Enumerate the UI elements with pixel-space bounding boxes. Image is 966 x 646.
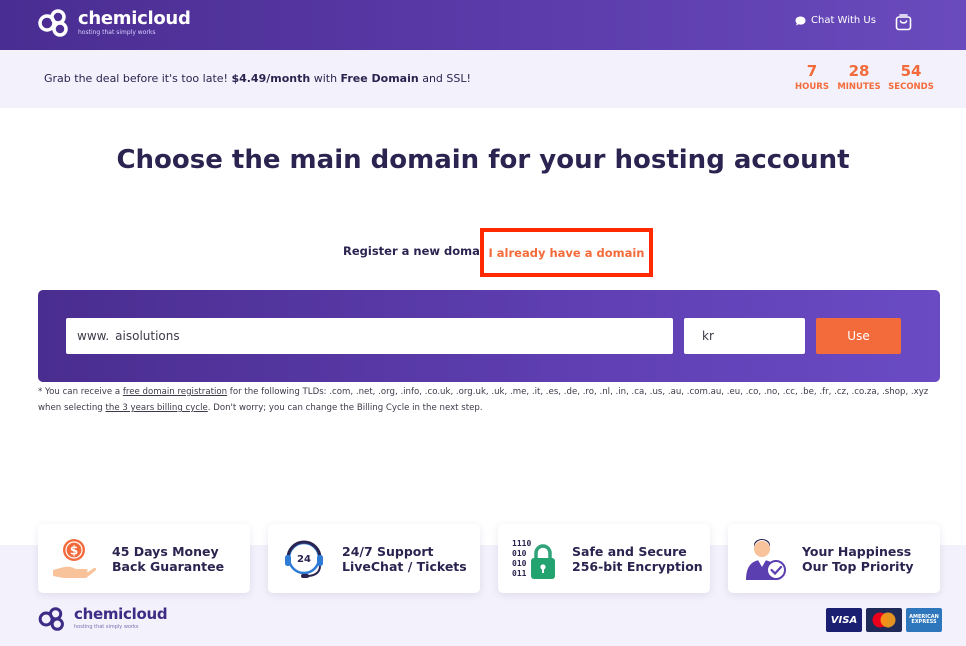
domain-name-value: aisolutions — [115, 329, 180, 343]
feature-money-back-text: 45 Days Money Back Guarantee — [112, 544, 224, 574]
feature-happiness-text: Your Happiness Our Top Priority — [802, 544, 914, 574]
domain-search-panel: www. aisolutions kr Use — [38, 290, 940, 382]
deal-price: $4.49/month — [231, 72, 311, 85]
payment-cards: VISA AMERICAN EXPRESS — [822, 608, 942, 632]
use-button-label: Use — [847, 329, 870, 343]
feature-money-back-line1: 45 Days Money — [112, 544, 219, 559]
free-domain-note: * You can receive a free domain registra… — [38, 384, 943, 416]
www-prefix: www. — [77, 329, 110, 343]
chat-label: Chat With Us — [811, 15, 876, 26]
logo-tagline: hosting that simply works — [78, 28, 156, 36]
svg-text:010: 010 — [512, 549, 527, 558]
feature-happiness: Your Happiness Our Top Priority — [728, 524, 940, 593]
footer-logo-name: chemicloud — [74, 605, 168, 623]
deal-free-domain: Free Domain — [340, 72, 419, 85]
deal-prefix: Grab the deal before it's too late! — [44, 72, 232, 85]
support-headset-icon: 24 — [285, 540, 323, 578]
chat-link[interactable]: Chat With Us — [795, 15, 876, 26]
visa-label: VISA — [830, 614, 858, 626]
feature-security-line2: 256-bit Encryption — [572, 559, 703, 574]
feature-support-text: 24/7 Support LiveChat / Tickets — [342, 544, 467, 574]
tld-value: kr — [702, 329, 714, 343]
amex-label: AMERICAN EXPRESS — [909, 614, 939, 625]
use-button[interactable]: Use — [816, 318, 901, 354]
tab-already-have-domain-label: I already have a domain — [488, 245, 645, 260]
visa-card-icon: VISA — [826, 608, 862, 632]
tab-register-new-domain[interactable]: Register a new domain — [343, 244, 492, 258]
mastercard-circles — [872, 612, 896, 628]
svg-text:1110: 1110 — [512, 539, 531, 548]
deal-banner: Grab the deal before it's too late! $4.4… — [0, 50, 966, 108]
amex-card-icon: AMERICAN EXPRESS — [906, 608, 942, 632]
chat-bubble-icon — [795, 16, 806, 25]
billing-cycle-link[interactable]: the 3 years billing cycle — [106, 403, 208, 413]
feature-support-line1: 24/7 Support — [342, 544, 434, 559]
footer-chemicloud-logo-icon — [38, 607, 64, 631]
svg-text:010: 010 — [512, 559, 527, 568]
feature-money-back: $ 45 Days Money Back Guarantee — [38, 524, 250, 593]
deal-middle: with — [310, 72, 341, 85]
countdown-minutes: 28 MINUTES — [836, 62, 882, 94]
logo-name: chemicloud — [78, 7, 191, 29]
top-header: chemicloud hosting that simply works Cha… — [0, 0, 966, 50]
note-text-1: * You can receive a — [38, 387, 123, 397]
minutes-value: 28 — [848, 62, 870, 80]
happy-user-icon — [746, 539, 786, 580]
countdown-seconds: 54 SECONDS — [886, 62, 936, 94]
page-title: Choose the main domain for your hosting … — [116, 145, 850, 175]
domain-name-input[interactable]: www. aisolutions — [66, 318, 673, 354]
feature-happiness-line2: Our Top Priority — [802, 559, 914, 574]
feature-security-text: Safe and Secure 256-bit Encryption — [572, 544, 703, 574]
seconds-value: 54 — [900, 62, 922, 80]
lock-icon: 1110 010 010 011 — [512, 539, 555, 579]
mastercard-icon — [866, 608, 902, 632]
money-back-icon: $ — [53, 539, 97, 578]
deal-text: Grab the deal before it's too late! $4.4… — [44, 72, 471, 85]
feature-money-back-line2: Back Guarantee — [112, 559, 225, 574]
feature-security-line1: Safe and Secure — [572, 544, 687, 559]
deal-suffix: and SSL! — [418, 72, 471, 85]
note-text-3: . Don't worry; you can change the Billin… — [207, 403, 483, 413]
cart-icon[interactable] — [895, 13, 912, 31]
svg-text:011: 011 — [512, 569, 527, 578]
feature-happiness-line1: Your Happiness — [802, 544, 912, 559]
tab-already-have-domain[interactable]: I already have a domain — [480, 228, 653, 277]
svg-text:$: $ — [70, 544, 78, 558]
seconds-label: SECONDS — [888, 82, 934, 92]
feature-security: 1110 010 010 011 Safe and Secure 256-bit… — [498, 524, 710, 593]
tld-input[interactable]: kr — [684, 318, 805, 354]
hours-value: 7 — [806, 62, 818, 80]
logo[interactable]: chemicloud hosting that simply works — [38, 9, 191, 37]
svg-text:24: 24 — [297, 554, 311, 565]
hours-label: HOURS — [795, 82, 829, 92]
feature-support: 24 24/7 Support LiveChat / Tickets — [268, 524, 480, 593]
minutes-label: MINUTES — [837, 82, 881, 92]
countdown-hours: 7 HOURS — [795, 62, 829, 94]
footer-logo[interactable]: chemicloud hosting that simply works — [38, 605, 168, 631]
footer-logo-tagline: hosting that simply works — [74, 624, 139, 630]
chemicloud-logo-icon — [38, 9, 68, 37]
free-domain-registration-link[interactable]: free domain registration — [123, 387, 227, 397]
feature-support-line2: LiveChat / Tickets — [342, 559, 467, 574]
